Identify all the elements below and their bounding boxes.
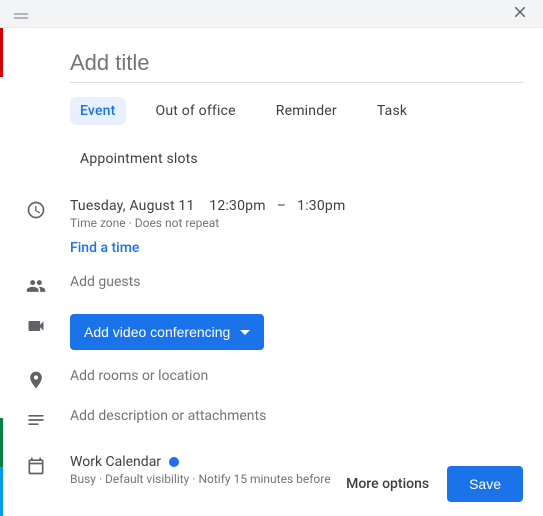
video-row: Add video conferencing <box>20 305 523 359</box>
event-start-time[interactable]: 12:30pm <box>209 198 265 214</box>
time-subtext[interactable]: Time zone · Does not repeat <box>70 216 523 230</box>
location-row: Add rooms or location <box>20 359 523 399</box>
calendar-name: Work Calendar <box>70 454 161 470</box>
tab-event[interactable]: Event <box>70 97 126 125</box>
tab-reminder[interactable]: Reminder <box>266 97 347 125</box>
clock-icon <box>20 198 70 220</box>
chevron-down-icon <box>240 330 250 335</box>
left-edge-accent <box>0 28 3 516</box>
event-date[interactable]: Tuesday, August 11 <box>70 198 195 214</box>
add-guests-field[interactable]: Add guests <box>70 274 140 290</box>
location-icon <box>20 368 70 390</box>
video-button-label: Add video conferencing <box>84 324 230 340</box>
event-type-tabs: Event Out of office Reminder Task Appoin… <box>70 97 523 173</box>
event-time[interactable]: Tuesday, August 11 12:30pm – 1:30pm <box>70 198 523 214</box>
event-end-time[interactable]: 1:30pm <box>297 198 345 214</box>
calendar-icon <box>20 454 70 476</box>
video-icon <box>20 314 70 336</box>
more-options-button[interactable]: More options <box>346 476 429 492</box>
tab-appointment-slots[interactable]: Appointment slots <box>70 145 208 173</box>
time-separator: – <box>277 198 286 214</box>
guests-row: Add guests <box>20 265 523 305</box>
tab-task[interactable]: Task <box>367 97 417 125</box>
add-description-field[interactable]: Add description or attachments <box>70 408 266 424</box>
add-video-conferencing-button[interactable]: Add video conferencing <box>70 314 264 350</box>
dialog-topbar <box>0 0 543 28</box>
title-input[interactable] <box>70 46 523 83</box>
time-row: Tuesday, August 11 12:30pm – 1:30pm Time… <box>20 189 523 265</box>
people-icon <box>20 274 70 296</box>
drag-handle-icon[interactable] <box>14 13 28 15</box>
find-a-time-link[interactable]: Find a time <box>70 240 139 256</box>
calendar-color-dot <box>169 457 179 467</box>
save-button[interactable]: Save <box>447 466 523 502</box>
close-icon[interactable] <box>511 3 529 24</box>
description-icon <box>20 408 70 430</box>
tab-out-of-office[interactable]: Out of office <box>146 97 246 125</box>
description-row: Add description or attachments <box>20 399 523 439</box>
add-location-field[interactable]: Add rooms or location <box>70 368 208 384</box>
dialog-footer: More options Save <box>346 466 523 502</box>
